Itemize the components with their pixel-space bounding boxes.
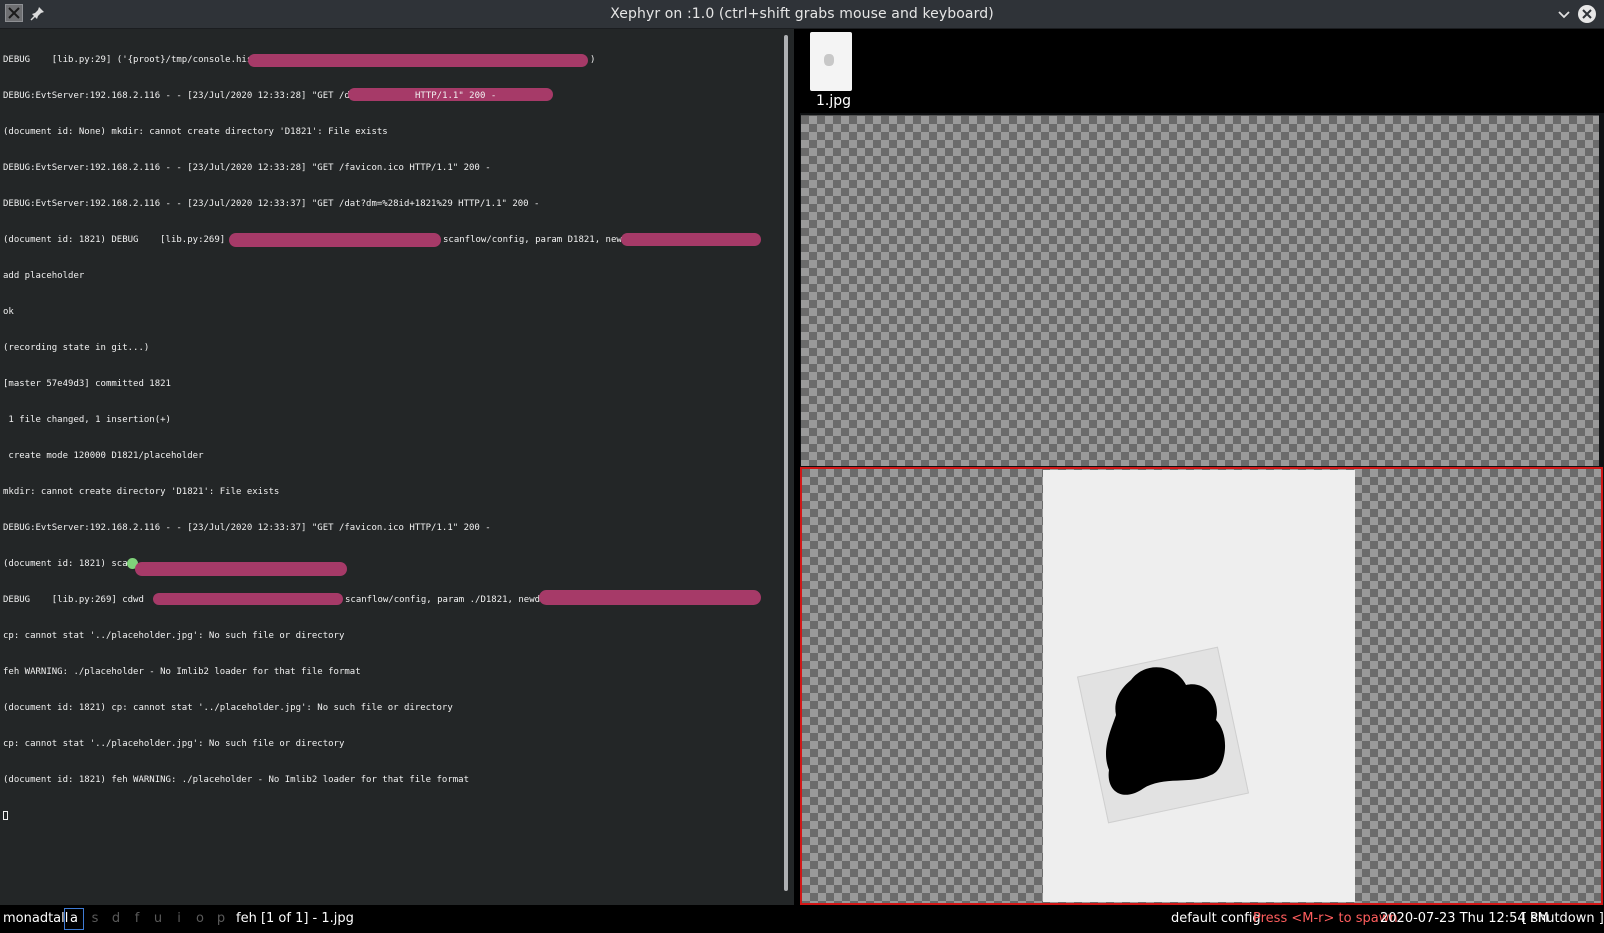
group-f[interactable]: f (127, 909, 147, 929)
image-viewer-pane[interactable] (800, 467, 1603, 905)
terminal-output: DEBUG [lib.py:29] ('{proot}/tmp/console.… (3, 30, 780, 846)
terminal-line: (document id: 1821) DEBUG [lib.py:269] c… (3, 233, 780, 247)
window-title: Xephyr on :1.0 (ctrl+shift grabs mouse a… (610, 6, 994, 22)
terminal-line: cp: cannot stat '../placeholder.jpg': No… (3, 631, 345, 641)
thumbnail-label: 1.jpg (816, 93, 852, 109)
terminal-line: DEBUG:EvtServer:192.168.2.116 - - [23/Ju… (3, 199, 540, 209)
terminal-line: (document id: 1821) feh WARNING: ./place… (3, 775, 469, 785)
terminal-line: cp: cannot stat '../placeholder.jpg': No… (3, 739, 345, 749)
group-i[interactable]: i (169, 909, 189, 929)
terminal-line: (document id: None) mkdir: cannot create… (3, 127, 388, 137)
window-name: feh [1 of 1] - 1.jpg (236, 911, 354, 926)
terminal-line: mkdir: cannot create directory 'D1821': … (3, 487, 280, 497)
terminal-line: (recording state in git...) (3, 343, 150, 353)
group-p[interactable]: p (211, 909, 231, 929)
layout-name[interactable]: monadtall (3, 911, 68, 926)
terminal-prompt-line (3, 810, 780, 822)
group-s[interactable]: s (85, 909, 105, 929)
terminal-line: DEBUG:EvtServer:192.168.2.116 - - [23/Ju… (3, 523, 491, 533)
thumbnail-1jpg[interactable] (810, 32, 852, 91)
terminal-pane[interactable]: DEBUG [lib.py:29] ('{proot}/tmp/console.… (0, 29, 794, 905)
title-bar[interactable]: Xephyr on :1.0 (ctrl+shift grabs mouse a… (0, 0, 1604, 29)
terminal-line: DEBUG [lib.py:269] cdwd scanflow/config, … (3, 590, 780, 606)
text-cursor (3, 811, 8, 820)
terminal-line: create mode 120000 D1821/placeholder (3, 451, 204, 461)
terminal-line: add placeholder (3, 271, 85, 281)
shutdown-button[interactable]: [ shutdown ] (1522, 911, 1604, 926)
group-a[interactable]: a (64, 908, 84, 930)
terminal-line: (document id: 1821) cp: cannot stat '../… (3, 703, 453, 713)
empty-viewer-pane[interactable] (801, 115, 1599, 466)
chevron-down-icon[interactable] (1556, 6, 1572, 22)
terminal-line: [master 57e49d3] committed 1821 (3, 379, 171, 389)
close-icon[interactable] (1578, 5, 1596, 23)
scanned-page-image (1043, 470, 1355, 902)
spawn-prompt-hint[interactable]: Press <M-r> to spawn (1253, 911, 1398, 926)
terminal-line: 1 file changed, 1 insertion(+) (3, 415, 171, 425)
terminal-line: DEBUG [lib.py:29] ('{proot}/tmp/console.… (3, 54, 596, 67)
qtile-bar: monadtall a s d f u i o p feh [1 of 1] -… (0, 905, 1604, 933)
terminal-line: ok (3, 307, 14, 317)
thumbnail-bar: 1.jpg (800, 29, 1604, 113)
terminal-scrollbar[interactable] (784, 35, 788, 891)
redacted-photo-blob (1106, 667, 1226, 795)
group-u[interactable]: u (148, 909, 168, 929)
terminal-line: (document id: 1821) scan (3, 558, 780, 576)
terminal-line: DEBUG:EvtServer:192.168.2.116 - - [23/Ju… (3, 88, 780, 102)
group-d[interactable]: d (106, 909, 126, 929)
terminal-line: feh WARNING: ./placeholder - No Imlib2 l… (3, 667, 361, 677)
group-o[interactable]: o (190, 909, 210, 929)
terminal-line: DEBUG:EvtServer:192.168.2.116 - - [23/Ju… (3, 163, 491, 173)
config-name: default config (1171, 911, 1261, 926)
